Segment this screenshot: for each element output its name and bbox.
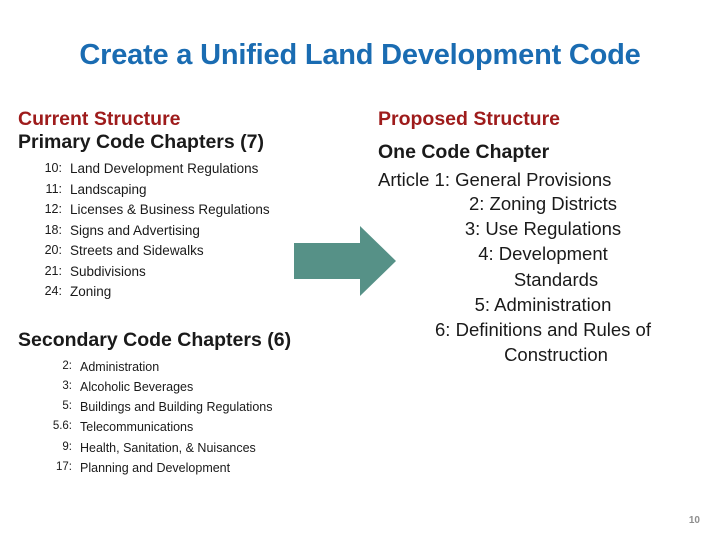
list-item: 10: Land Development Regulations bbox=[18, 159, 348, 180]
chapter-number: 12: bbox=[44, 202, 62, 217]
list-item: 2: Zoning Districts bbox=[378, 191, 708, 216]
secondary-chapters-subheading: Secondary Code Chapters (6) bbox=[18, 328, 292, 351]
article-text: 3: Use Regulations bbox=[464, 218, 622, 240]
article-text-wrap: Standards bbox=[513, 268, 599, 290]
chapter-number: 20: bbox=[44, 243, 62, 258]
secondary-chapters-block: Secondary Code Chapters (6) 2: Administr… bbox=[18, 329, 348, 479]
chapter-number: 11: bbox=[45, 181, 62, 196]
chapter-number: 18: bbox=[44, 222, 62, 237]
article-one-line: Article 1: General Provisions bbox=[378, 169, 612, 190]
proposed-article-list: 2: Zoning Districts 3: Use Regulations 4… bbox=[378, 191, 708, 367]
proposed-structure-column: Proposed Structure One Code Chapter Arti… bbox=[378, 108, 708, 367]
chapter-label: Planning and Development bbox=[80, 460, 231, 475]
chapter-number: 5.6: bbox=[52, 420, 72, 433]
chapter-number: 17: bbox=[56, 460, 72, 473]
chapter-label: Licenses & Business Regulations bbox=[70, 202, 270, 218]
primary-chapters-subheading: Primary Code Chapters (7) bbox=[18, 131, 264, 153]
article-text: 4: Development bbox=[478, 243, 608, 265]
list-item: 11: Landscaping bbox=[18, 180, 348, 201]
chapter-number: 3: bbox=[62, 379, 72, 392]
chapter-label: Administration bbox=[80, 359, 160, 374]
list-item: 9: Health, Sanitation, & Nuisances bbox=[18, 438, 348, 458]
list-item: 2: Administration bbox=[18, 357, 348, 377]
chapter-number: 2: bbox=[62, 359, 72, 372]
list-item: 12: Licenses & Business Regulations bbox=[18, 200, 348, 221]
list-item: 3: Use Regulations bbox=[378, 216, 708, 241]
chapter-label: Telecommunications bbox=[80, 420, 194, 435]
chapter-label: Landscaping bbox=[70, 181, 147, 197]
article-text: 5: Administration bbox=[474, 293, 612, 315]
list-item: 3: Alcoholic Beverages bbox=[18, 377, 348, 397]
article-text-wrap: Construction bbox=[504, 344, 608, 366]
article-text: 6: Definitions and Rules of bbox=[435, 318, 651, 340]
one-code-chapter-subheading: One Code Chapter bbox=[378, 141, 550, 163]
secondary-chapter-list: 2: Administration 3: Alcoholic Beverages… bbox=[18, 357, 348, 479]
slide-canvas: Create a Unified Land Development Code C… bbox=[0, 0, 720, 540]
chapter-label: Land Development Regulations bbox=[70, 161, 259, 176]
list-item: 4: Development Standards bbox=[378, 241, 708, 291]
list-item: 5.6: Telecommunications bbox=[18, 417, 348, 437]
chapter-label: Buildings and Building Regulations bbox=[80, 400, 273, 415]
article-text: 2: Zoning Districts bbox=[468, 193, 618, 215]
page-title: Create a Unified Land Development Code bbox=[79, 39, 641, 71]
page-number: 10 bbox=[688, 515, 700, 526]
chapter-label: Alcoholic Beverages bbox=[80, 379, 194, 394]
chapter-number: 21: bbox=[44, 263, 62, 278]
chapter-label: Health, Sanitation, & Nuisances bbox=[80, 440, 256, 455]
proposed-structure-heading: Proposed Structure bbox=[378, 108, 561, 130]
chapter-number: 5: bbox=[62, 400, 72, 413]
chapter-number: 24: bbox=[44, 284, 62, 299]
current-structure-heading: Current Structure bbox=[18, 108, 181, 130]
chapter-number: 9: bbox=[62, 440, 72, 453]
list-item: 17: Planning and Development bbox=[18, 458, 348, 478]
list-item: 5: Buildings and Building Regulations bbox=[18, 397, 348, 417]
chapter-number: 10: bbox=[44, 161, 62, 175]
list-item: 5: Administration bbox=[378, 292, 708, 317]
list-item: 6: Definitions and Rules of Construction bbox=[378, 317, 708, 367]
